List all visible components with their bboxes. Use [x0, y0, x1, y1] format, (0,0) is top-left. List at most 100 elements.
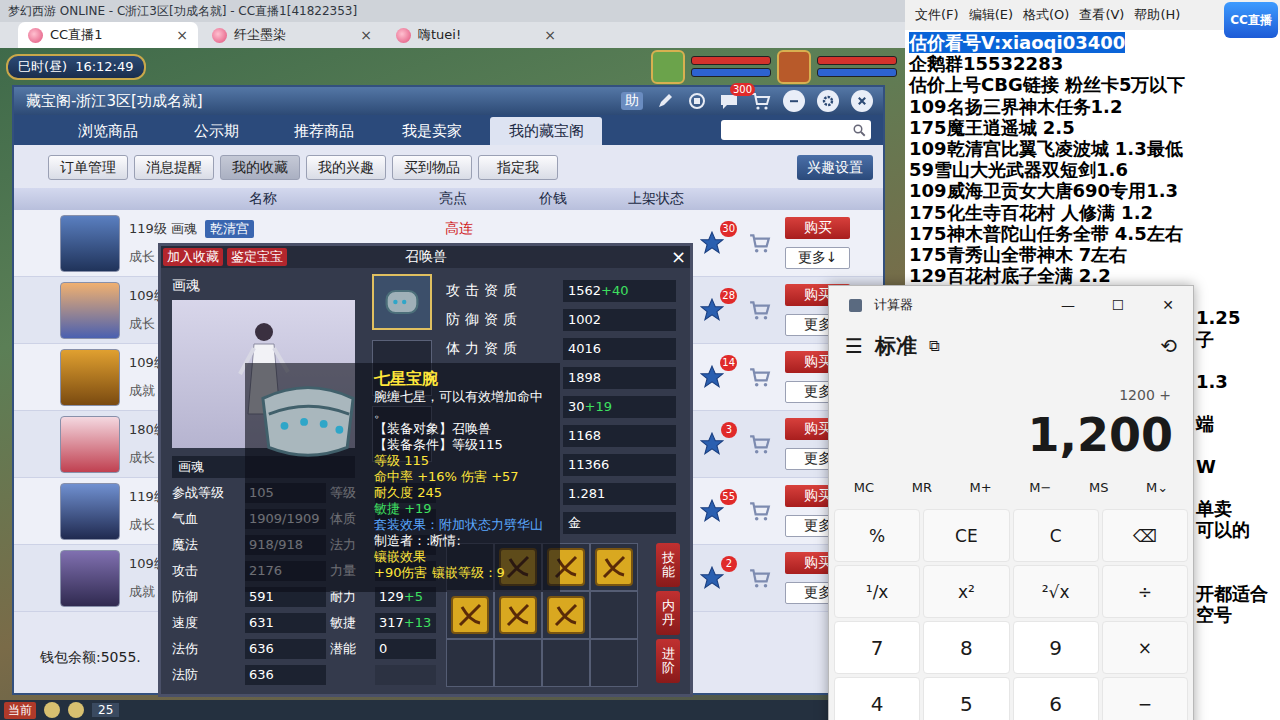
keep-on-top-button[interactable]: ⧉ — [929, 337, 940, 355]
calc-key[interactable]: 8 — [923, 621, 1009, 674]
menu-item[interactable]: 查看(V) — [1079, 6, 1124, 24]
cart-button[interactable] — [745, 498, 775, 524]
browser-tab[interactable]: 嗨tuei! × — [386, 22, 566, 48]
calc-key[interactable]: ²√x — [1013, 565, 1099, 618]
favorite-star[interactable]: 30 — [697, 230, 727, 256]
menu-item[interactable]: 格式(O) — [1023, 6, 1069, 24]
calc-key[interactable]: ⌫ — [1102, 509, 1188, 562]
side-tab[interactable]: 进阶 — [656, 639, 680, 683]
interest-settings-button[interactable]: 兴趣设置 — [797, 155, 873, 180]
emote-icon[interactable] — [68, 702, 84, 718]
skill-slot[interactable] — [446, 639, 494, 687]
chat-button[interactable]: 300 — [719, 91, 739, 111]
record-icon[interactable] — [687, 91, 707, 111]
side-tab[interactable]: 技能 — [656, 543, 680, 587]
sub-tab[interactable]: 我的兴趣 — [306, 155, 386, 180]
sub-tab[interactable]: 订单管理 — [48, 155, 128, 180]
skill-slot[interactable] — [590, 639, 638, 687]
calc-key[interactable]: ¹/x — [834, 565, 920, 618]
calc-key[interactable]: % — [834, 509, 920, 562]
action-button[interactable]: 加入收藏 — [163, 248, 223, 266]
side-tab[interactable]: 内丹 — [656, 591, 680, 635]
memory-button[interactable]: M− — [1029, 480, 1051, 495]
browser-tab[interactable]: 纤尘墨染 × — [202, 22, 382, 48]
memory-button[interactable]: MR — [912, 480, 932, 495]
menu-item[interactable]: 帮助(H) — [1134, 6, 1180, 24]
stat-label: 法伤 — [172, 640, 245, 658]
player-portrait-icon[interactable] — [777, 50, 811, 84]
calc-key[interactable]: 9 — [1013, 621, 1099, 674]
history-button[interactable]: ⟲ — [1160, 334, 1177, 358]
close-button[interactable]: × — [544, 27, 556, 43]
mic-icon[interactable] — [44, 702, 60, 718]
skill-slot[interactable] — [446, 591, 494, 639]
menu-item[interactable]: 编辑(E) — [969, 6, 1013, 24]
action-button[interactable]: 鉴定宝宝 — [227, 248, 287, 266]
close-button[interactable]: × — [176, 27, 188, 43]
tab[interactable]: 我的藏宝阁 — [490, 117, 602, 145]
memory-button[interactable]: MS — [1089, 480, 1108, 495]
memory-button[interactable]: M+ — [970, 480, 992, 495]
memory-button[interactable]: MC — [854, 480, 874, 495]
sub-tab[interactable]: 我的收藏 — [220, 155, 300, 180]
calc-key[interactable]: 5 — [923, 677, 1009, 720]
menu-item[interactable]: 文件(F) — [915, 6, 959, 24]
pet-portrait-icon[interactable] — [651, 50, 685, 84]
window-control[interactable]: ☐ — [1093, 297, 1143, 313]
skill-slot[interactable] — [542, 591, 590, 639]
pencil-icon[interactable] — [655, 91, 675, 111]
window-control[interactable]: — — [1043, 297, 1093, 313]
calc-key[interactable]: 7 — [834, 621, 920, 674]
tab[interactable]: 推荐商品 — [274, 117, 374, 145]
close-button[interactable]: × — [360, 27, 372, 43]
skill-slot[interactable] — [494, 591, 542, 639]
favorite-star[interactable]: 14 — [697, 364, 727, 390]
sub-tab[interactable]: 指定我 — [478, 155, 558, 180]
cart-button[interactable] — [745, 565, 775, 591]
skill-slot[interactable] — [590, 543, 638, 591]
cart-button[interactable] — [745, 230, 775, 256]
favorite-star[interactable]: 3 — [697, 431, 727, 457]
tab[interactable]: 公示期 — [166, 117, 266, 145]
cart-button[interactable] — [745, 431, 775, 457]
cart-button[interactable] — [745, 297, 775, 323]
menu-button[interactable]: ☰ — [845, 334, 863, 358]
minimize-button[interactable] — [783, 90, 805, 112]
window-control[interactable]: ✕ — [1143, 297, 1193, 313]
calc-key[interactable]: × — [1102, 621, 1188, 674]
channel-button[interactable]: 当前 — [4, 702, 36, 719]
calc-key[interactable]: C — [1013, 509, 1099, 562]
skill-icon — [498, 595, 538, 635]
calc-key[interactable]: − — [1102, 677, 1188, 720]
browser-tab[interactable]: CC直播1 × — [18, 22, 198, 48]
favorite-star[interactable]: 28 — [697, 297, 727, 323]
tooltip-line: 等级 115 — [374, 453, 556, 469]
calc-key[interactable]: 4 — [834, 677, 920, 720]
close-button[interactable]: × — [671, 248, 686, 266]
settings-button[interactable] — [817, 90, 839, 112]
help-button[interactable]: 助 — [621, 92, 643, 110]
memory-button[interactable]: M⌄ — [1146, 480, 1168, 495]
cart-button[interactable] — [745, 364, 775, 390]
buy-button[interactable]: 购买 — [785, 217, 850, 239]
skill-slot[interactable] — [590, 591, 638, 639]
minus-icon — [786, 93, 802, 109]
equipment-slot[interactable] — [372, 274, 432, 330]
calc-key[interactable]: ÷ — [1102, 565, 1188, 618]
sub-tab[interactable]: 消息提醒 — [134, 155, 214, 180]
more-button[interactable]: 更多↓ — [785, 247, 850, 269]
tab[interactable]: 我是卖家 — [382, 117, 482, 145]
search-field[interactable] — [721, 120, 871, 140]
favorite-star[interactable]: 55 — [697, 498, 727, 524]
calc-key[interactable]: CE — [923, 509, 1009, 562]
aptitude-value: 1562+40 — [563, 280, 676, 302]
calc-key[interactable]: x² — [923, 565, 1009, 618]
favorite-star[interactable]: 2 — [697, 565, 727, 591]
skill-slot[interactable] — [494, 639, 542, 687]
cart-icon[interactable] — [751, 91, 771, 111]
calc-key[interactable]: 6 — [1013, 677, 1099, 720]
skill-slot[interactable] — [542, 639, 590, 687]
close-button[interactable] — [851, 90, 873, 112]
sub-tab[interactable]: 买到物品 — [392, 155, 472, 180]
tab[interactable]: 浏览商品 — [58, 117, 158, 145]
